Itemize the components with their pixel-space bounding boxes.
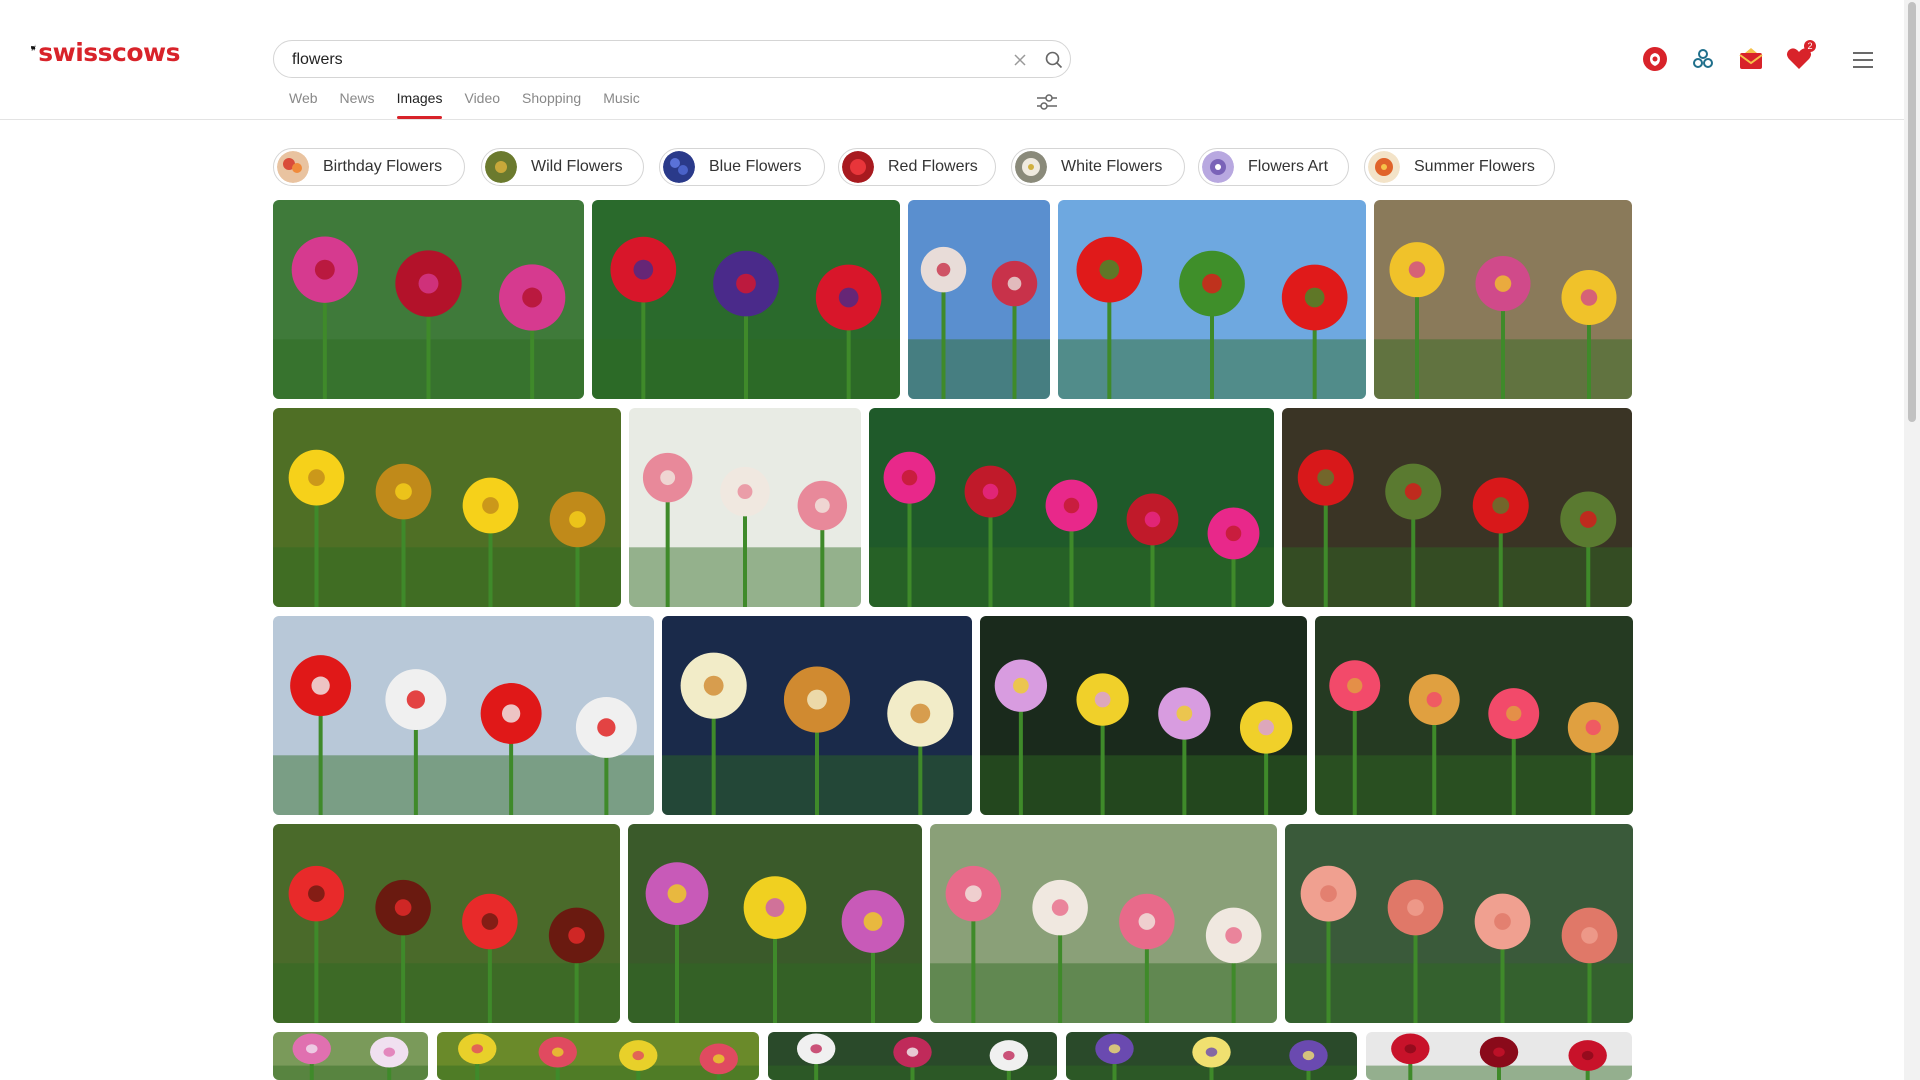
search-box [273,40,1071,78]
image-result-tile[interactable] [662,616,972,815]
image-thumbnail [1058,200,1366,399]
mail-icon[interactable] [1736,44,1766,74]
brand-name: swisscows [38,37,180,67]
chip-thumbnail [1368,151,1400,183]
chip-label: Birthday Flowers [323,158,443,175]
top-header: swisscows Web News Images Video Shopping… [0,0,1904,120]
chip-thumbnail [1202,151,1234,183]
image-thumbnail [980,616,1307,815]
image-result-tile[interactable] [273,616,654,815]
page-scrollbar[interactable] [1904,0,1920,1080]
image-thumbnail [273,616,654,815]
chip-red-flowers[interactable]: Red Flowers [838,148,996,186]
chip-white-flowers[interactable]: White Flowers [1011,148,1185,186]
search-tabs: Web News Images Video Shopping Music [289,88,662,119]
image-thumbnail [1315,616,1633,815]
chip-label: Red Flowers [888,158,978,175]
tab-images[interactable]: Images [396,88,442,119]
image-thumbnail [662,616,972,815]
image-thumbnail [1066,1032,1357,1080]
image-thumbnail [1282,408,1632,607]
filter-icon[interactable] [1035,92,1059,112]
header-icons: 2 [1640,40,1820,74]
image-result-tile[interactable] [628,824,922,1023]
image-thumbnail [592,200,900,399]
image-result-tile[interactable] [1366,1032,1632,1080]
chip-wild-flowers[interactable]: Wild Flowers [481,148,644,186]
chip-thumbnail [842,151,874,183]
image-thumbnail [437,1032,759,1080]
image-result-tile[interactable] [1285,824,1633,1023]
image-result-tile[interactable] [930,824,1277,1023]
swisscows-logo[interactable]: swisscows [30,22,180,74]
image-thumbnail [273,1032,428,1080]
image-result-tile[interactable] [273,408,621,607]
tab-music[interactable]: Music [603,88,640,118]
tab-news[interactable]: News [340,88,375,118]
chip-label: Flowers Art [1248,158,1329,175]
image-thumbnail [273,824,620,1023]
image-result-tile[interactable] [273,1032,428,1080]
image-result-tile[interactable] [768,1032,1057,1080]
tab-shopping[interactable]: Shopping [522,88,581,118]
chip-thumbnail [663,151,695,183]
chip-thumbnail [277,151,309,183]
cow-logo-icon [30,44,36,51]
image-thumbnail [908,200,1050,399]
image-thumbnail [1374,200,1632,399]
search-icon[interactable] [1044,50,1064,70]
image-result-tile[interactable] [273,200,584,399]
close-icon[interactable] [1010,50,1030,70]
image-thumbnail [273,200,584,399]
search-input[interactable] [290,45,994,75]
chip-blue-flowers[interactable]: Blue Flowers [659,148,825,186]
teleguard-icon[interactable] [1688,44,1718,74]
chip-label: White Flowers [1061,158,1163,175]
tab-web[interactable]: Web [289,88,318,118]
image-result-tile[interactable] [437,1032,759,1080]
vpn-shield-icon[interactable] [1640,44,1670,74]
image-thumbnail [1285,824,1633,1023]
image-thumbnail [930,824,1277,1023]
chip-label: Wild Flowers [531,158,623,175]
image-result-tile[interactable] [980,616,1307,815]
chip-summer-flowers[interactable]: Summer Flowers [1364,148,1555,186]
image-thumbnail [273,408,621,607]
image-result-tile[interactable] [1058,200,1366,399]
image-result-tile[interactable] [592,200,900,399]
image-result-tile[interactable] [273,824,620,1023]
image-thumbnail [629,408,861,607]
chip-flowers-art[interactable]: Flowers Art [1198,148,1349,186]
notification-badge: 2 [1804,40,1816,52]
chip-thumbnail [1015,151,1047,183]
image-result-tile[interactable] [1315,616,1633,815]
image-result-tile[interactable] [908,200,1050,399]
hamburger-menu-icon[interactable] [1851,50,1875,70]
image-result-tile[interactable] [1282,408,1632,607]
chip-label: Blue Flowers [709,158,802,175]
chip-label: Summer Flowers [1414,158,1535,175]
image-result-tile[interactable] [1066,1032,1357,1080]
image-result-tile[interactable] [1374,200,1632,399]
chip-birthday-flowers[interactable]: Birthday Flowers [273,148,465,186]
image-result-tile[interactable] [869,408,1274,607]
image-thumbnail [1366,1032,1632,1080]
chip-thumbnail [485,151,517,183]
image-thumbnail [768,1032,1057,1080]
scrollbar-thumb[interactable] [1908,2,1916,422]
image-thumbnail [628,824,922,1023]
tab-video[interactable]: Video [464,88,500,118]
image-thumbnail [869,408,1274,607]
image-result-tile[interactable] [629,408,861,607]
